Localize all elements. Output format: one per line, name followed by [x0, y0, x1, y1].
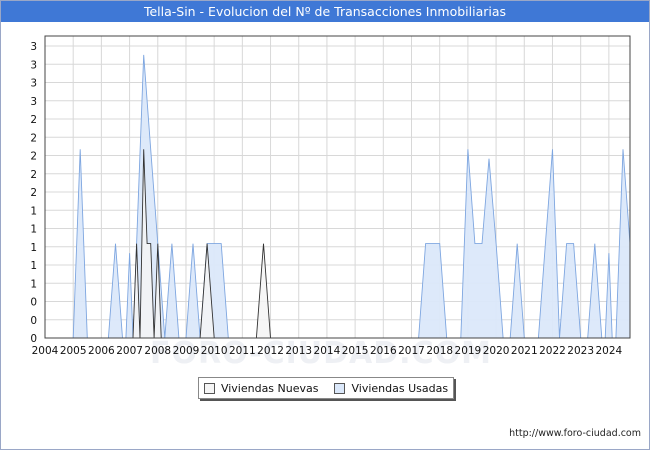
legend-item-nuevas: Viviendas Nuevas — [203, 381, 319, 395]
y-tick-label: 0 — [30, 333, 37, 345]
x-tick-label: 2017 — [398, 345, 425, 357]
source-url[interactable]: http://www.foro-ciudad.com — [509, 428, 641, 439]
y-tick-label: 2 — [30, 187, 37, 199]
y-tick-label: 3 — [30, 96, 37, 108]
y-tick-label: 1 — [30, 260, 37, 272]
x-tick-label: 2004 — [32, 345, 59, 357]
x-tick-label: 2015 — [342, 345, 369, 357]
legend-swatch-nuevas — [203, 382, 215, 394]
y-tick-label: 3 — [30, 41, 37, 53]
x-tick-label: 2018 — [426, 345, 453, 357]
x-tick-label: 2024 — [595, 345, 622, 357]
legend-swatch-usadas — [334, 382, 346, 394]
y-tick-label: 3 — [30, 78, 37, 90]
x-tick-label: 2020 — [483, 345, 510, 357]
x-tick-label: 2011 — [229, 345, 256, 357]
x-tick-label: 2009 — [173, 345, 200, 357]
x-tick-label: 2007 — [116, 345, 143, 357]
x-tick-label: 2005 — [60, 345, 87, 357]
x-tick-label: 2012 — [257, 345, 284, 357]
x-tick-label: 2021 — [511, 345, 538, 357]
x-tick-label: 2016 — [370, 345, 397, 357]
y-tick-label: 0 — [30, 297, 37, 309]
y-tick-label: 0 — [30, 315, 37, 327]
x-tick-label: 2008 — [144, 345, 171, 357]
x-tick-label: 2023 — [567, 345, 594, 357]
x-tick-label: 2006 — [88, 345, 115, 357]
y-tick-label: 2 — [30, 151, 37, 163]
y-tick-label: 1 — [30, 242, 37, 254]
legend-item-usadas: Viviendas Usadas — [334, 382, 448, 395]
x-tick-label: 2010 — [201, 345, 228, 357]
legend-label-usadas: Viviendas Usadas — [351, 381, 449, 395]
y-tick-label: 1 — [30, 278, 37, 290]
legend-label-nuevas: Viviendas Nuevas — [220, 381, 319, 395]
y-tick-label: 2 — [30, 169, 37, 181]
y-tick-label: 1 — [30, 224, 37, 236]
chart-legend: Viviendas Nuevas Viviendas Usadas — [198, 377, 454, 399]
x-tick-label: 2014 — [314, 345, 341, 357]
x-tick-label: 2019 — [455, 345, 482, 357]
x-tick-label: 2022 — [539, 345, 566, 357]
x-tick-label: 2013 — [285, 345, 312, 357]
y-tick-label: 2 — [30, 132, 37, 144]
y-tick-label: 2 — [30, 114, 37, 126]
y-tick-label: 1 — [30, 205, 37, 217]
y-tick-label: 3 — [30, 59, 37, 71]
